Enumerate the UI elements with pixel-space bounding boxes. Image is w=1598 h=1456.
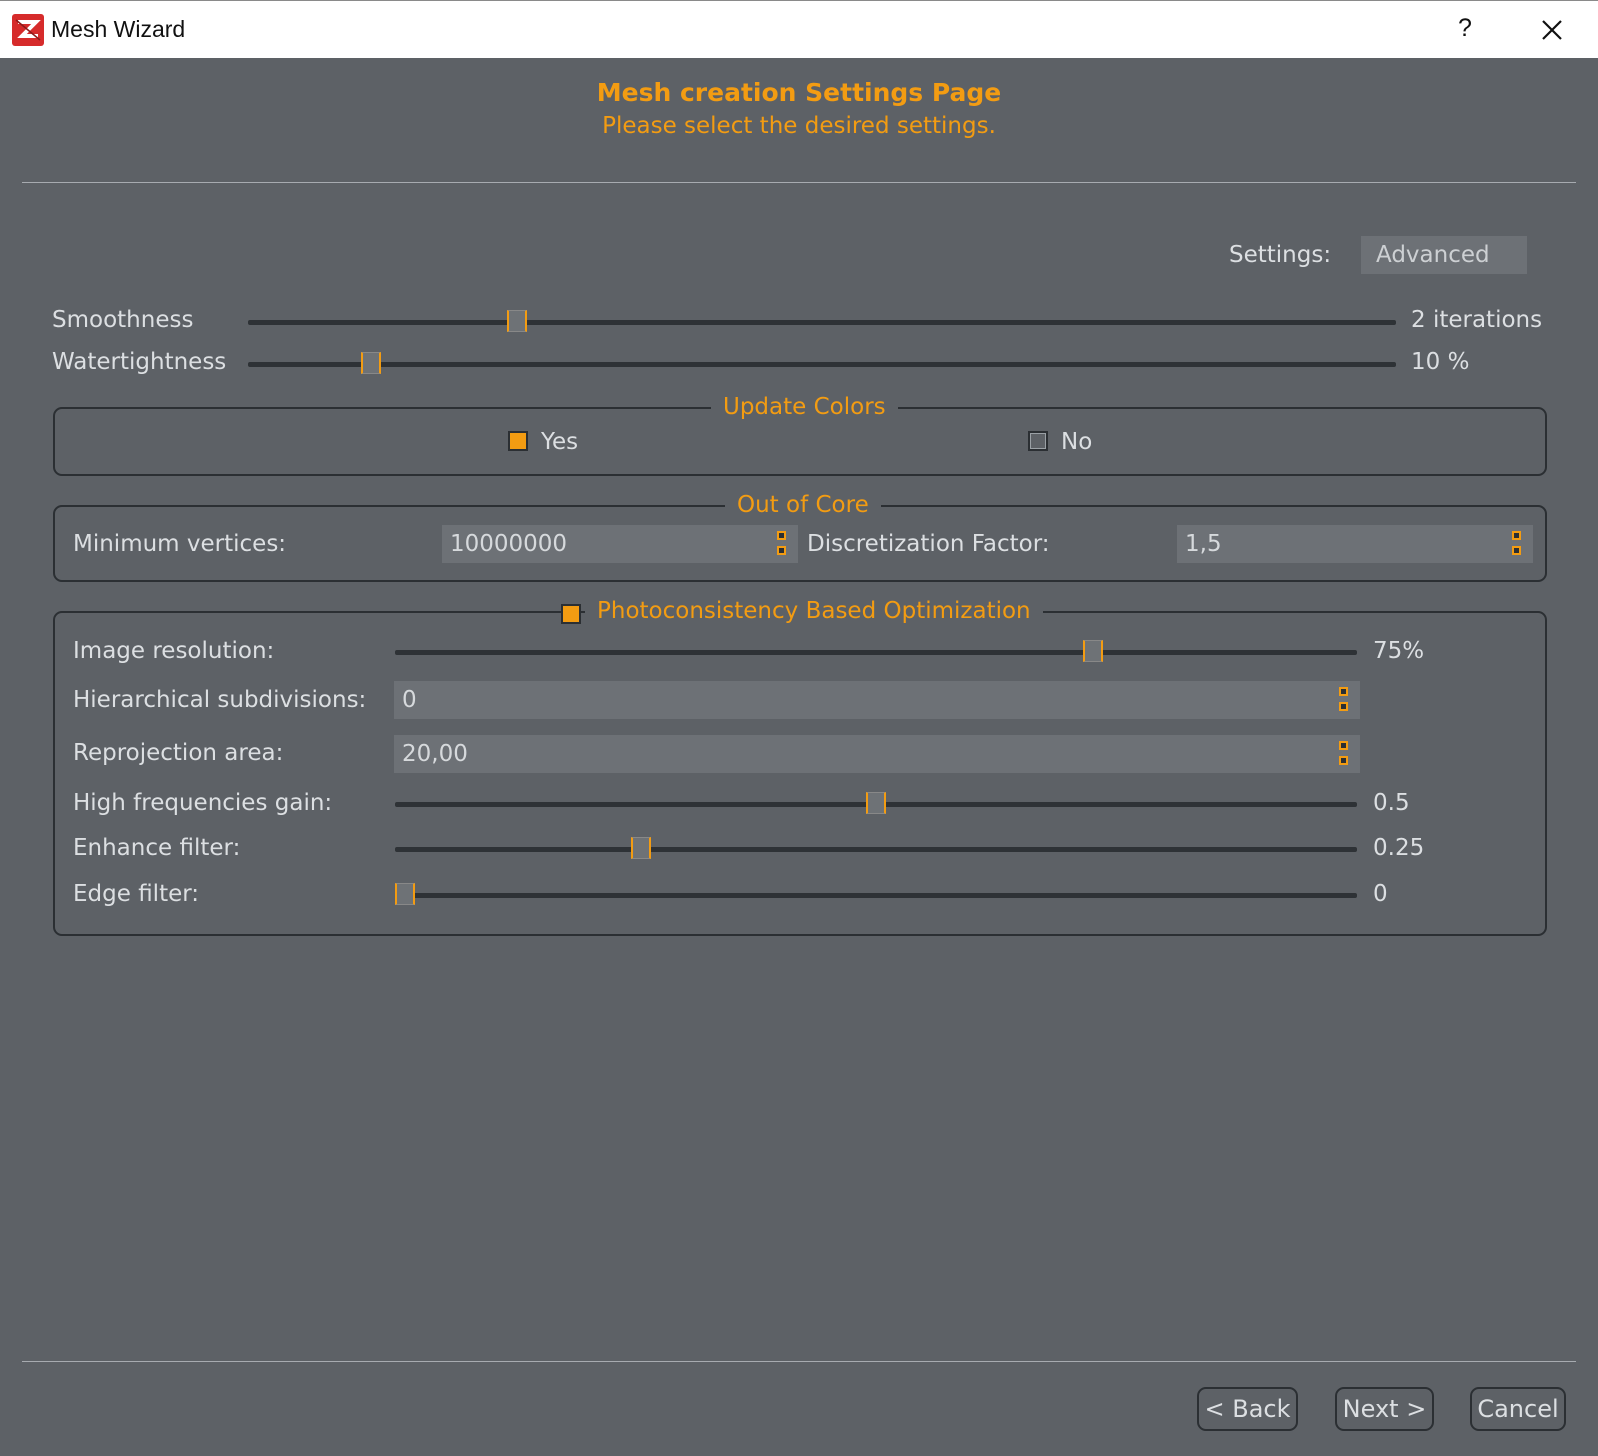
discretization-value: 1,5 — [1185, 531, 1222, 557]
spin-arrows-icon[interactable] — [1339, 687, 1348, 713]
edge-filter-value: 0 — [1373, 881, 1388, 907]
slider-track — [248, 320, 1396, 325]
slider-track — [248, 362, 1396, 367]
footer-divider — [22, 1361, 1576, 1362]
image-resolution-value: 75% — [1373, 638, 1425, 664]
update-colors-title: Update Colors — [711, 393, 898, 421]
watertightness-value: 10 % — [1411, 349, 1470, 375]
settings-dropdown[interactable]: Advanced — [1361, 236, 1527, 274]
header-divider — [22, 182, 1576, 183]
photoconsistency-title: Photoconsistency Based Optimization — [585, 597, 1043, 625]
hf-gain-value: 0.5 — [1373, 790, 1410, 816]
photoconsistency-group: Photoconsistency Based Optimization Imag… — [53, 597, 1547, 936]
title-bar: Mesh Wizard ? — [0, 0, 1598, 58]
smoothness-value: 2 iterations — [1411, 307, 1543, 333]
hf-gain-slider[interactable] — [395, 792, 1357, 816]
reprojection-label: Reprojection area: — [73, 740, 284, 766]
image-resolution-label: Image resolution: — [73, 638, 275, 664]
settings-label: Settings: — [1229, 242, 1332, 268]
smoothness-label: Smoothness — [52, 307, 194, 333]
slider-track — [395, 650, 1357, 655]
watertightness-label: Watertightness — [52, 349, 227, 375]
enhance-filter-slider[interactable] — [395, 837, 1357, 861]
discretization-label: Discretization Factor: — [807, 531, 1050, 557]
out-of-core-group: Out of Core Minimum vertices: 10000000 D… — [53, 491, 1547, 582]
discretization-spinbox[interactable]: 1,5 — [1177, 525, 1533, 563]
smoothness-slider[interactable] — [248, 310, 1396, 334]
spin-arrows-icon[interactable] — [1339, 741, 1348, 767]
photoconsistency-checkbox[interactable] — [561, 604, 581, 624]
slider-handle[interactable] — [1082, 640, 1103, 662]
spin-arrows-icon[interactable] — [1512, 531, 1521, 557]
edge-filter-slider[interactable] — [395, 883, 1357, 907]
image-resolution-slider[interactable] — [395, 640, 1357, 664]
enhance-filter-value: 0.25 — [1373, 835, 1425, 861]
page-subtitle: Please select the desired settings. — [602, 113, 996, 139]
reprojection-value: 20,00 — [402, 741, 468, 767]
slider-handle[interactable] — [395, 883, 415, 905]
page-title: Mesh creation Settings Page — [596, 78, 1002, 107]
next-button[interactable]: Next > — [1335, 1387, 1434, 1431]
window-title: Mesh Wizard — [51, 16, 186, 42]
close-icon[interactable] — [1535, 13, 1569, 47]
update-colors-group: Update Colors Yes No — [53, 393, 1547, 476]
update-colors-no-label: No — [1061, 429, 1093, 455]
update-colors-no-checkbox[interactable] — [1028, 431, 1048, 451]
hierarchical-label: Hierarchical subdivisions: — [73, 687, 367, 713]
hierarchical-value: 0 — [402, 687, 417, 713]
watertightness-slider[interactable] — [248, 352, 1396, 376]
hf-gain-label: High frequencies gain: — [73, 790, 333, 816]
slider-handle[interactable] — [866, 792, 886, 814]
slider-track — [395, 893, 1357, 898]
spin-arrows-icon[interactable] — [777, 531, 786, 557]
hierarchical-spinbox[interactable]: 0 — [394, 681, 1360, 719]
update-colors-yes-checkbox[interactable] — [508, 431, 528, 451]
out-of-core-title: Out of Core — [725, 491, 881, 519]
app-logo-icon — [12, 14, 44, 46]
reprojection-spinbox[interactable]: 20,00 — [394, 735, 1360, 773]
min-vertices-label: Minimum vertices: — [73, 531, 287, 557]
slider-track — [395, 847, 1357, 852]
help-button[interactable]: ? — [1450, 13, 1480, 43]
slider-handle[interactable] — [630, 837, 651, 859]
edge-filter-label: Edge filter: — [73, 881, 200, 907]
slider-handle[interactable] — [360, 352, 381, 374]
min-vertices-value: 10000000 — [450, 531, 568, 557]
back-button[interactable]: < Back — [1197, 1387, 1298, 1431]
enhance-filter-label: Enhance filter: — [73, 835, 241, 861]
update-colors-yes-label: Yes — [541, 429, 579, 455]
min-vertices-spinbox[interactable]: 10000000 — [442, 525, 798, 563]
cancel-button[interactable]: Cancel — [1470, 1387, 1566, 1431]
slider-handle[interactable] — [507, 310, 528, 332]
